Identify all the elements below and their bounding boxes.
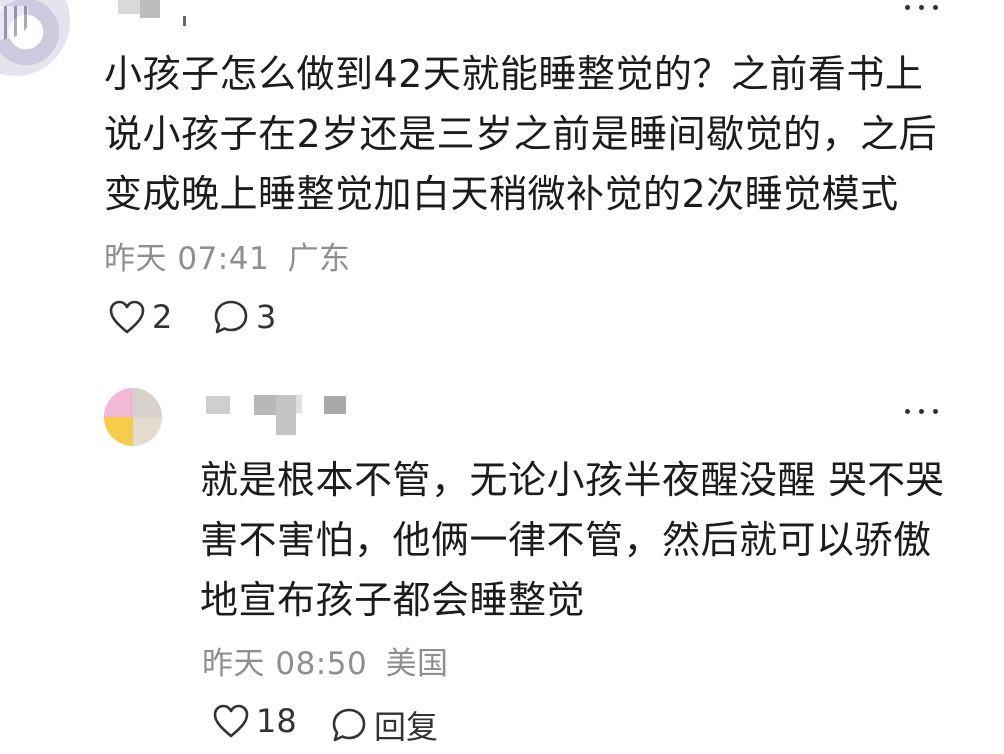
reply-label: 回复	[374, 708, 439, 746]
reply-body: 就是根本不管，无论小孩半夜醒没醒 哭不哭 害不害怕，他俩一律不管，然后就可以骄傲…	[200, 450, 944, 630]
comment-body: 小孩子怎么做到42天就能睡整觉的？之前看书上 说小孩子在2岁还是三岁之前是睡间歇…	[104, 44, 937, 224]
comment-bubble-icon	[332, 708, 366, 742]
comment-time: 昨天 07:41	[104, 241, 270, 277]
reply-meta: 昨天 08:50 美国	[202, 638, 449, 683]
avatar-image	[0, 6, 28, 40]
reply-button[interactable]: 回复	[330, 702, 438, 748]
like-button[interactable]: 2	[108, 298, 172, 336]
reply-line: 地宣布孩子都会睡整觉	[200, 578, 586, 622]
reply-count-button[interactable]: 3	[212, 298, 276, 336]
comment-line: 变成晚上睡整觉加白天稍微补觉的2次睡觉模式	[104, 172, 899, 216]
like-count: 2	[152, 298, 173, 336]
more-horizontal-icon[interactable]	[902, 405, 942, 417]
heart-icon	[213, 704, 249, 738]
comment-location: 广东	[287, 241, 351, 277]
more-horizontal-icon[interactable]	[902, 1, 942, 13]
comment-line: 小孩子怎么做到42天就能睡整觉的？之前看书上	[104, 52, 924, 96]
comment-line: 说小孩子在2岁还是三岁之前是睡间歇觉的，之后	[104, 112, 938, 156]
comment-thread: 小孩子怎么做到42天就能睡整觉的？之前看书上 说小孩子在2岁还是三岁之前是睡间歇…	[0, 0, 1004, 754]
avatar[interactable]	[0, 0, 70, 76]
reply-line: 就是根本不管，无论小孩半夜醒没醒 哭不哭	[200, 458, 945, 502]
reply-count: 3	[256, 298, 277, 336]
comment-bubble-icon	[214, 300, 248, 334]
avatar[interactable]	[104, 388, 162, 446]
comment-meta: 昨天 07:41 广东	[104, 233, 351, 278]
reply-time: 昨天 08:50	[202, 646, 368, 682]
like-count: 18	[256, 702, 297, 740]
reply-location: 美国	[385, 646, 449, 682]
heart-icon	[109, 300, 145, 334]
reply-line: 害不害怕，他俩一律不管，然后就可以骄傲	[200, 518, 932, 562]
like-button[interactable]: 18	[212, 702, 297, 740]
